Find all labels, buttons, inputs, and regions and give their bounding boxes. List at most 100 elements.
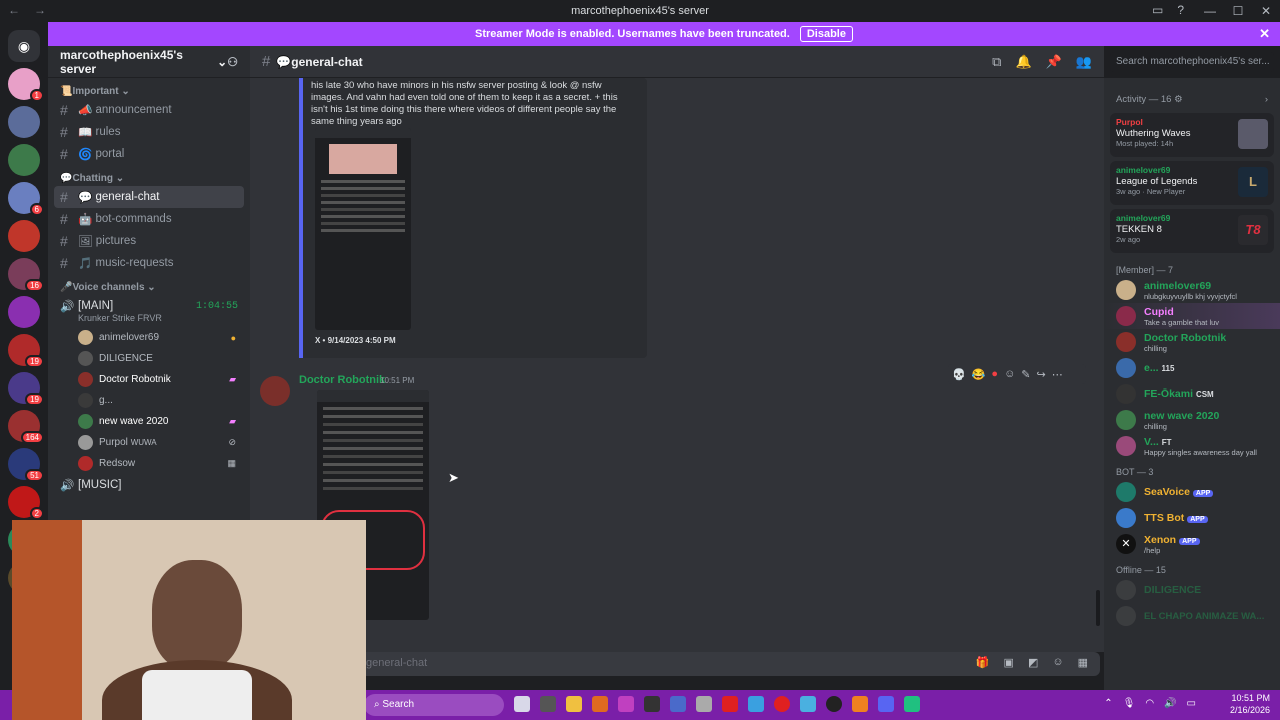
- member-item[interactable]: DILIGENCE: [1104, 577, 1280, 603]
- server-icon[interactable]: 16: [8, 258, 44, 292]
- category-voice[interactable]: 🎤Voice channels ⌄: [48, 274, 250, 295]
- channel-music-requests[interactable]: # 🎵 music-requests: [54, 252, 244, 274]
- app-icon[interactable]: [722, 696, 738, 712]
- server-icon[interactable]: 2: [8, 486, 44, 520]
- task-view-icon[interactable]: [540, 696, 556, 712]
- voice-user[interactable]: Doctor Robotnik ▰: [48, 369, 250, 390]
- member-item[interactable]: FE-Ōkami CSM: [1104, 381, 1280, 407]
- member-item[interactable]: Cupid Take a gamble that luv: [1104, 303, 1280, 329]
- apps-icon[interactable]: ▦: [1078, 656, 1088, 669]
- server-icon[interactable]: 19: [8, 334, 44, 368]
- activity-card[interactable]: animelover69 League of Legends 3w ago · …: [1110, 161, 1274, 205]
- voice-user[interactable]: DILIGENCE: [48, 348, 250, 369]
- minimize-button[interactable]: —: [1196, 0, 1224, 22]
- member-item[interactable]: Doctor Robotnik chilling: [1104, 329, 1280, 355]
- voice-user[interactable]: g...: [48, 390, 250, 411]
- server-icon[interactable]: 1: [8, 68, 44, 102]
- volume-icon[interactable]: 🔊: [1164, 698, 1176, 709]
- emoji-icon[interactable]: ☺: [1052, 656, 1063, 669]
- app-icon[interactable]: [800, 696, 816, 712]
- bell-icon[interactable]: 🔔: [1015, 54, 1031, 70]
- app-icon[interactable]: [618, 696, 634, 712]
- voice-user[interactable]: new wave 2020 ▰: [48, 411, 250, 432]
- app-icon[interactable]: [904, 696, 920, 712]
- channel-portal[interactable]: # 🌀 portal: [54, 143, 244, 165]
- reaction-icon[interactable]: ●: [991, 368, 998, 380]
- server-icon[interactable]: 51: [8, 448, 44, 482]
- app-icon[interactable]: [670, 696, 686, 712]
- close-window-button[interactable]: ✕: [1252, 0, 1280, 22]
- server-icon[interactable]: [8, 144, 40, 176]
- record-icon[interactable]: [774, 696, 790, 712]
- channel-pictures[interactable]: # 🖼 pictures: [54, 230, 244, 252]
- avatar[interactable]: [260, 376, 290, 406]
- taskbar-search[interactable]: ⌕ Search: [364, 694, 504, 716]
- sticker-icon[interactable]: ◩: [1028, 656, 1038, 669]
- more-icon[interactable]: ⋯: [1052, 368, 1063, 381]
- network-icon[interactable]: ◠: [1145, 698, 1154, 709]
- category-important[interactable]: 📜Important ⌄: [48, 78, 250, 99]
- member-item[interactable]: SeaVoice APP: [1104, 479, 1280, 505]
- add-reaction-icon[interactable]: ☺: [1004, 368, 1015, 380]
- activity-header[interactable]: Activity — 16 ⚙ ›: [1104, 78, 1280, 109]
- threads-icon[interactable]: ⧉: [992, 54, 1001, 70]
- channel-announcement[interactable]: # 📣 announcement: [54, 99, 244, 121]
- server-icon[interactable]: [8, 220, 40, 252]
- channel-bot-commands[interactable]: # 🤖 bot-commands: [54, 208, 244, 230]
- server-icon[interactable]: [8, 296, 40, 328]
- message-input[interactable]: general-chat 🎁 ▣ ◩ ☺ ▦: [260, 652, 1100, 676]
- app-icon[interactable]: [644, 696, 660, 712]
- flag-icon[interactable]: [514, 696, 530, 712]
- member-item[interactable]: e... 115: [1104, 355, 1280, 381]
- members-icon[interactable]: 👥: [1076, 54, 1092, 70]
- help-icon[interactable]: ?: [1177, 3, 1184, 17]
- maximize-button[interactable]: ☐: [1224, 0, 1252, 22]
- server-icon[interactable]: 164: [8, 410, 44, 444]
- message-author[interactable]: Doctor Robotnik: [299, 374, 385, 386]
- activity-card[interactable]: Purpol Wuthering Waves Most played: 14h: [1110, 113, 1274, 157]
- gift-icon[interactable]: 🎁: [976, 656, 990, 669]
- reply-icon[interactable]: ↪: [1037, 368, 1046, 381]
- disable-button[interactable]: Disable: [799, 26, 853, 42]
- pin-icon[interactable]: 📌: [1046, 54, 1062, 70]
- member-item[interactable]: V... FT Happy singles awareness day yall: [1104, 433, 1280, 459]
- forward-arrow-icon[interactable]: →: [34, 3, 46, 17]
- member-item[interactable]: TTS Bot APP: [1104, 505, 1280, 531]
- voice-user[interactable]: Purpol WUWA ⊘: [48, 432, 250, 453]
- vlc-icon[interactable]: [852, 696, 868, 712]
- back-arrow-icon[interactable]: ←: [8, 3, 20, 17]
- mic-icon[interactable]: 🎙: [1123, 698, 1136, 709]
- play-icon[interactable]: [826, 696, 842, 712]
- app-icon[interactable]: [748, 696, 764, 712]
- search-input[interactable]: Search marcothephoenix45's ser...: [1110, 52, 1274, 72]
- embed-image[interactable]: [315, 128, 411, 330]
- member-item[interactable]: new wave 2020 chilling: [1104, 407, 1280, 433]
- category-chatting[interactable]: 💬Chatting ⌄: [48, 165, 250, 186]
- invite-icon[interactable]: ⚇: [227, 55, 238, 69]
- channel-rules[interactable]: # 📖 rules: [54, 121, 244, 143]
- member-item[interactable]: animelover69 nlubgkuyvuyllb khj vyvjctyfc…: [1104, 277, 1280, 303]
- chevron-up-icon[interactable]: ⌃: [1104, 698, 1112, 709]
- channel-general-chat[interactable]: # 💬 general-chat: [54, 186, 244, 208]
- discord-home-button[interactable]: ◉: [8, 30, 40, 62]
- server-header[interactable]: marcothephoenix45's server ⌄ ⚇: [48, 46, 250, 78]
- discord-icon[interactable]: [878, 696, 894, 712]
- activity-card[interactable]: animelover69 TEKKEN 8 2w ago T8: [1110, 209, 1274, 253]
- scrollbar[interactable]: [1096, 590, 1100, 626]
- reaction-laugh-icon[interactable]: 😂: [972, 368, 986, 381]
- inbox-icon[interactable]: ▭: [1152, 3, 1163, 17]
- battery-icon[interactable]: ▭: [1187, 698, 1196, 709]
- store-icon[interactable]: [592, 696, 608, 712]
- server-icon[interactable]: 19: [8, 372, 44, 406]
- member-item[interactable]: EL CHAPO ANIMAZE WA...: [1104, 603, 1280, 629]
- gif-icon[interactable]: ▣: [1004, 656, 1014, 669]
- voice-user[interactable]: Redsow ▦: [48, 453, 250, 474]
- server-icon[interactable]: [8, 106, 40, 138]
- close-banner-icon[interactable]: ✕: [1259, 26, 1270, 42]
- edit-icon[interactable]: ✎: [1021, 368, 1030, 381]
- voice-channel-music[interactable]: 🔊 [MUSIC]: [48, 474, 250, 496]
- file-explorer-icon[interactable]: [566, 696, 582, 712]
- app-icon[interactable]: [696, 696, 712, 712]
- clock[interactable]: 10:51 PM 2/16/2026: [1230, 692, 1270, 716]
- server-icon[interactable]: 6: [8, 182, 44, 216]
